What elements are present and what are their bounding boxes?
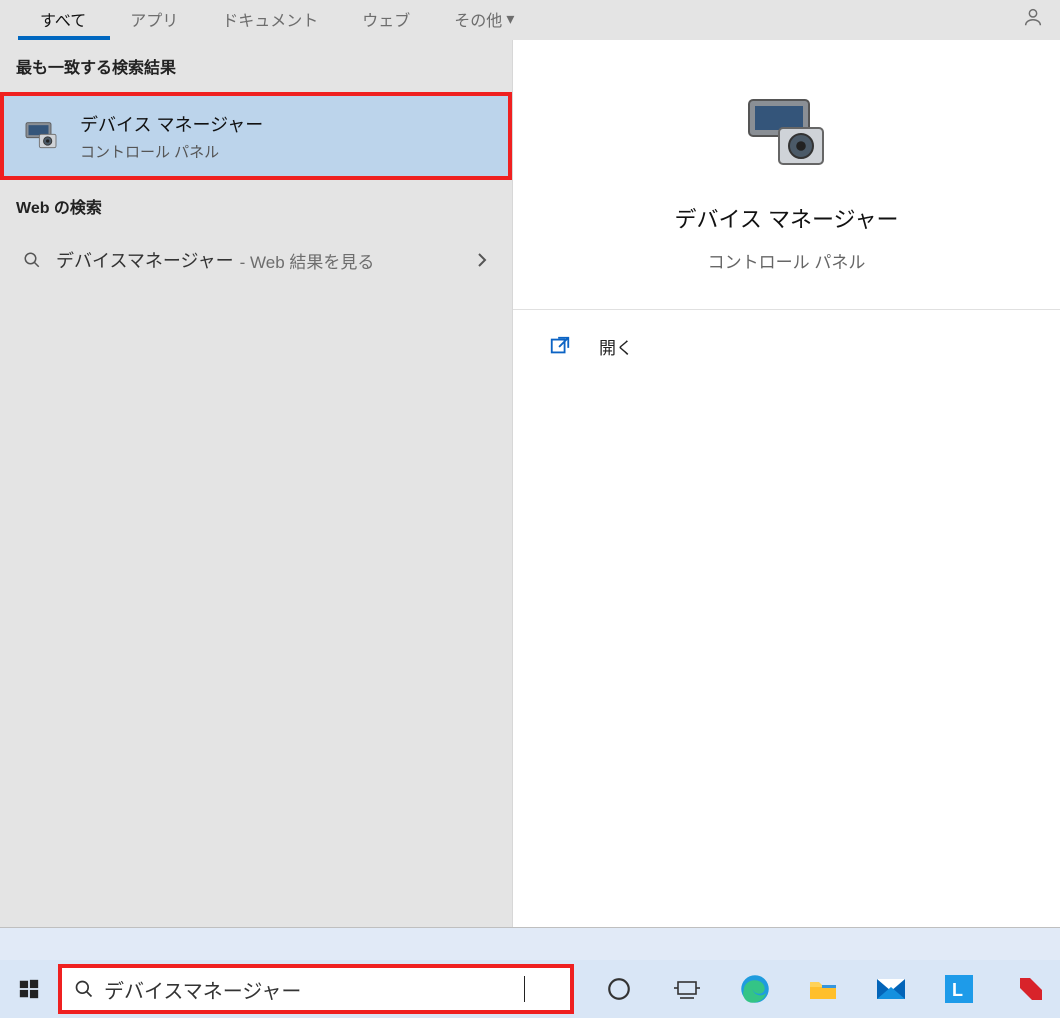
- web-search-suffix: - Web 結果を見る: [240, 248, 375, 273]
- best-match-title: デバイス マネージャー: [80, 111, 263, 137]
- svg-text:L: L: [952, 980, 963, 1000]
- action-open-label: 開く: [599, 334, 633, 359]
- file-explorer-icon[interactable]: [806, 972, 840, 1006]
- cortana-button[interactable]: [602, 972, 636, 1006]
- preview-title: デバイス マネージャー: [675, 202, 899, 234]
- web-search-row[interactable]: デバイスマネージャー - Web 結果を見る: [0, 232, 512, 288]
- mail-app-icon[interactable]: [874, 972, 908, 1006]
- device-manager-icon: [20, 115, 62, 157]
- search-panel: すべて アプリ ドキュメント ウェブ その他 ▾ 最も一致する検索結果: [0, 0, 1060, 928]
- tab-apps[interactable]: アプリ: [108, 0, 200, 38]
- task-view-button[interactable]: [670, 972, 704, 1006]
- preview-column: デバイス マネージャー コントロール パネル 開く: [512, 40, 1060, 927]
- start-button[interactable]: [0, 960, 58, 1018]
- windows-logo-icon: [18, 978, 40, 1000]
- open-icon: [549, 335, 571, 357]
- edge-app-icon[interactable]: [738, 972, 772, 1006]
- search-icon: [74, 979, 94, 999]
- taskbar: L: [0, 960, 1060, 1018]
- taskbar-pinned-apps: L: [602, 972, 1048, 1006]
- best-match-result[interactable]: デバイス マネージャー コントロール パネル: [0, 92, 512, 180]
- feedback-icon[interactable]: [1022, 6, 1044, 28]
- section-web-search: Web の検索: [0, 180, 512, 232]
- tab-documents[interactable]: ドキュメント: [200, 0, 340, 38]
- tab-more-label: その他: [454, 7, 502, 31]
- app-red-icon[interactable]: [1014, 972, 1048, 1006]
- search-icon: [20, 251, 44, 269]
- section-best-match: 最も一致する検索結果: [0, 40, 512, 92]
- search-tabs: すべて アプリ ドキュメント ウェブ その他 ▾: [0, 0, 1060, 38]
- text-caret: [524, 976, 525, 1002]
- action-open[interactable]: 開く: [513, 310, 1060, 382]
- tab-all[interactable]: すべて: [18, 0, 108, 38]
- taskbar-search-input[interactable]: [104, 978, 524, 1001]
- device-manager-large-icon: [739, 88, 835, 184]
- preview-subtitle: コントロール パネル: [708, 248, 866, 273]
- web-search-query: デバイスマネージャー: [56, 247, 234, 273]
- app-l-icon[interactable]: L: [942, 972, 976, 1006]
- tab-web[interactable]: ウェブ: [340, 0, 432, 38]
- chevron-right-icon: [476, 252, 488, 268]
- results-column: 最も一致する検索結果 デバイス マネージャー コントロール パネル W: [0, 40, 512, 927]
- taskbar-search-box[interactable]: [58, 964, 574, 1014]
- tab-more[interactable]: その他 ▾: [432, 0, 536, 38]
- chevron-down-icon: ▾: [506, 9, 514, 29]
- best-match-subtitle: コントロール パネル: [80, 141, 263, 162]
